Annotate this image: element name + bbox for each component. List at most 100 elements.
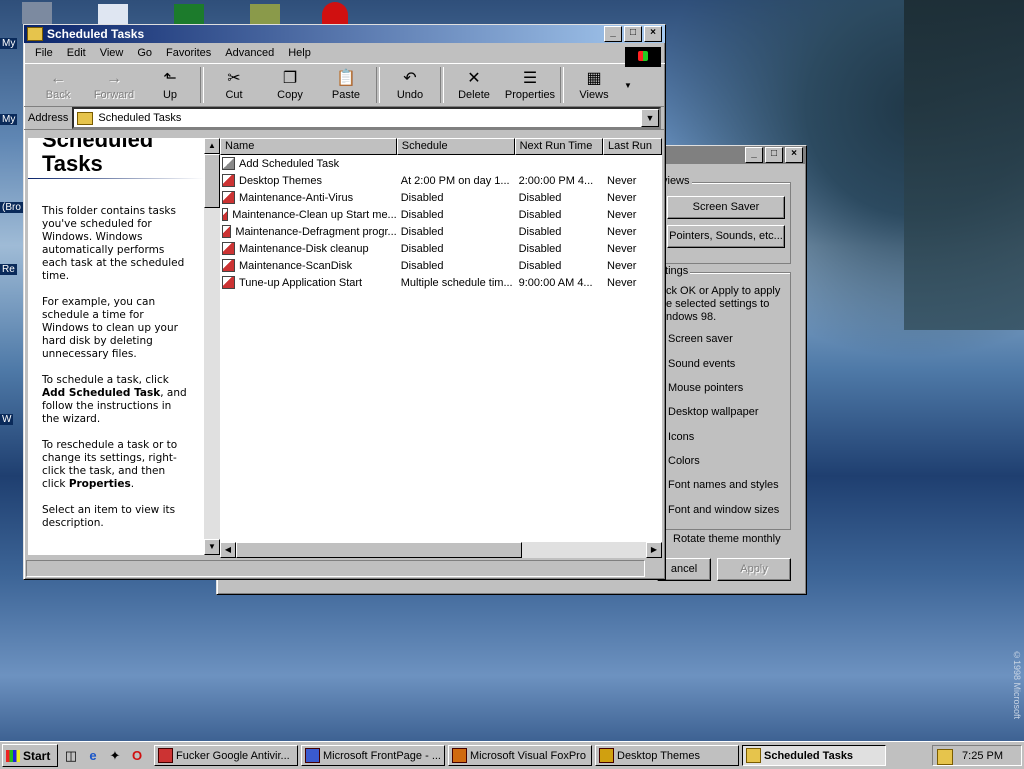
- info-pane-scrollbar[interactable]: ▲ ▼: [204, 138, 220, 555]
- column-name[interactable]: Name: [220, 138, 397, 155]
- forward-button[interactable]: → Forward: [86, 69, 142, 101]
- paste-button[interactable]: 📋 Paste: [318, 69, 374, 101]
- column-schedule[interactable]: Schedule: [396, 138, 515, 155]
- checkbox-font-names[interactable]: Font names and styles: [668, 479, 779, 491]
- taskbar-item-google-antivirus[interactable]: Fucker Google Antivir...: [154, 745, 298, 766]
- views-button[interactable]: ▦ Views: [566, 69, 622, 101]
- scroll-down-button[interactable]: ▼: [204, 539, 220, 555]
- taskbar-item-scheduled-tasks[interactable]: Scheduled Tasks: [742, 745, 886, 766]
- menu-file[interactable]: File: [28, 47, 60, 59]
- quicklaunch-desktop-icon[interactable]: ◫: [62, 747, 80, 765]
- apply-button[interactable]: Apply: [717, 558, 791, 581]
- checkbox-screen-saver[interactable]: Screen saver: [668, 333, 733, 345]
- menu-view[interactable]: View: [93, 47, 131, 59]
- table-row[interactable]: Maintenance-Anti-Virus Disabled Disabled Ne…: [220, 189, 662, 206]
- cell-text: Maintenance-Disk cleanup: [239, 242, 369, 255]
- pointers-sounds-button[interactable]: Pointers, Sounds, etc...: [667, 225, 785, 248]
- cell-text: Disabled: [518, 242, 562, 255]
- close-button[interactable]: ×: [644, 26, 662, 42]
- scheduled-tasks-window[interactable]: Scheduled Tasks _ □ × File Edit View Go …: [23, 24, 666, 580]
- task-scheduler-icon[interactable]: [937, 749, 953, 765]
- address-input[interactable]: Scheduled Tasks ▼: [72, 107, 661, 129]
- column-last-run[interactable]: Last Run: [603, 138, 662, 155]
- window-titlebar[interactable]: Scheduled Tasks _ □ ×: [24, 25, 665, 43]
- task-list[interactable]: Name Schedule Next Run Time Last Run Add…: [220, 138, 662, 542]
- quicklaunch-channels-icon[interactable]: ✦: [106, 747, 124, 765]
- cell-text: Never: [607, 276, 637, 289]
- start-button[interactable]: Start: [2, 744, 58, 767]
- scroll-left-button[interactable]: ◀: [220, 542, 236, 558]
- table-row[interactable]: Desktop Themes At 2:00 PM on day 1... 2:00…: [220, 172, 662, 189]
- tool-label: Forward: [93, 89, 135, 101]
- minimize-button[interactable]: _: [745, 147, 763, 163]
- toolbar: ← Back → Forward ⬑ Up ✂ Cut ❐ Copy 📋 Paste ↶ Un…: [24, 63, 665, 107]
- toolbar-separator: [560, 67, 564, 103]
- column-next-run[interactable]: Next Run Time: [514, 138, 604, 155]
- table-row[interactable]: Maintenance-ScanDisk Disabled Disabled Neve…: [220, 257, 662, 274]
- checkbox-sound-events[interactable]: Sound events: [668, 358, 735, 370]
- checkbox-colors[interactable]: Colors: [668, 455, 700, 467]
- cut-button[interactable]: ✂ Cut: [206, 69, 262, 101]
- cell-text: Never: [607, 191, 637, 204]
- undo-button[interactable]: ↶ Undo: [382, 69, 438, 101]
- menu-favorites[interactable]: Favorites: [159, 47, 218, 59]
- scroll-thumb[interactable]: [204, 154, 220, 208]
- taskbar-item-frontpage[interactable]: Microsoft FrontPage - ...: [301, 745, 445, 766]
- cell-schedule: At 2:00 PM on day 1...: [397, 175, 515, 187]
- scroll-up-button[interactable]: ▲: [204, 138, 220, 154]
- taskbar: Start ◫ e ✦ O Fucker Google Antivir... M…: [0, 741, 1024, 769]
- desktop-icon-clock[interactable]: [250, 4, 280, 26]
- maximize-button[interactable]: □: [765, 147, 783, 163]
- desktop-label: Re: [0, 264, 17, 275]
- cell-name: Maintenance-Disk cleanup: [220, 242, 397, 255]
- app-icon: [305, 748, 320, 763]
- desktop-icon-excel[interactable]: [174, 4, 204, 26]
- pane-paragraph: Select an item to view its description.: [42, 504, 176, 529]
- desktop-icon-computer[interactable]: [22, 2, 52, 24]
- checkbox-icons[interactable]: Icons: [668, 431, 694, 443]
- settings-group: ttings ck OK or Apply to apply e selecte…: [659, 265, 791, 530]
- desktop-icon-opera[interactable]: [322, 2, 348, 24]
- back-button[interactable]: ← Back: [30, 69, 86, 101]
- checkbox-mouse-pointers[interactable]: Mouse pointers: [668, 382, 743, 394]
- menu-bar: File Edit View Go Favorites Advanced Hel…: [24, 43, 665, 63]
- scroll-right-button[interactable]: ▶: [646, 542, 662, 558]
- address-dropdown-icon[interactable]: ▼: [641, 109, 659, 127]
- checkbox-desktop-wallpaper[interactable]: Desktop wallpaper: [668, 406, 759, 418]
- properties-button[interactable]: ☰ Properties: [502, 69, 558, 101]
- views-dropdown-icon[interactable]: ▼: [624, 81, 632, 90]
- delete-button[interactable]: ✕ Delete: [446, 69, 502, 101]
- copy-button[interactable]: ❐ Copy: [262, 69, 318, 101]
- close-button[interactable]: ×: [785, 147, 803, 163]
- menu-advanced[interactable]: Advanced: [218, 47, 281, 59]
- cell-text: Never: [607, 225, 637, 238]
- taskbar-item-desktop-themes[interactable]: Desktop Themes: [595, 745, 739, 766]
- menu-edit[interactable]: Edit: [60, 47, 93, 59]
- scroll-thumb[interactable]: [236, 542, 522, 558]
- tool-label: Paste: [331, 89, 361, 101]
- taskbar-item-foxpro[interactable]: Microsoft Visual FoxPro: [448, 745, 592, 766]
- quicklaunch-ie-icon[interactable]: e: [84, 747, 102, 765]
- menu-go[interactable]: Go: [130, 47, 159, 59]
- table-row[interactable]: Maintenance-Disk cleanup Disabled Disabled…: [220, 240, 662, 257]
- cell-last: Never: [603, 226, 662, 238]
- clock[interactable]: 7:25 PM: [962, 750, 1003, 762]
- checkbox-rotate-theme[interactable]: Rotate theme monthly: [673, 533, 781, 545]
- table-row[interactable]: Maintenance-Defragment progr... Disabled D…: [220, 223, 662, 240]
- menu-help[interactable]: Help: [281, 47, 318, 59]
- cell-last: Never: [603, 192, 662, 204]
- minimize-button[interactable]: _: [604, 26, 622, 42]
- status-bar: [26, 560, 663, 577]
- checkbox-font-window-sizes[interactable]: Font and window sizes: [668, 504, 779, 516]
- screen-saver-button[interactable]: Screen Saver: [667, 196, 785, 219]
- properties-icon: ☰: [522, 70, 538, 87]
- up-button[interactable]: ⬑ Up: [142, 69, 198, 101]
- table-row[interactable]: Add Scheduled Task: [220, 155, 662, 172]
- desktop-icon-mail[interactable]: [98, 4, 128, 26]
- quicklaunch-opera-icon[interactable]: O: [128, 747, 146, 765]
- table-row[interactable]: Maintenance-Clean up Start me... Disabled…: [220, 206, 662, 223]
- task-list-hscrollbar[interactable]: ◀ ▶: [220, 542, 662, 558]
- status-grip[interactable]: [647, 560, 661, 575]
- table-row[interactable]: Tune-up Application Start Multiple schedu…: [220, 274, 662, 291]
- maximize-button[interactable]: □: [624, 26, 642, 42]
